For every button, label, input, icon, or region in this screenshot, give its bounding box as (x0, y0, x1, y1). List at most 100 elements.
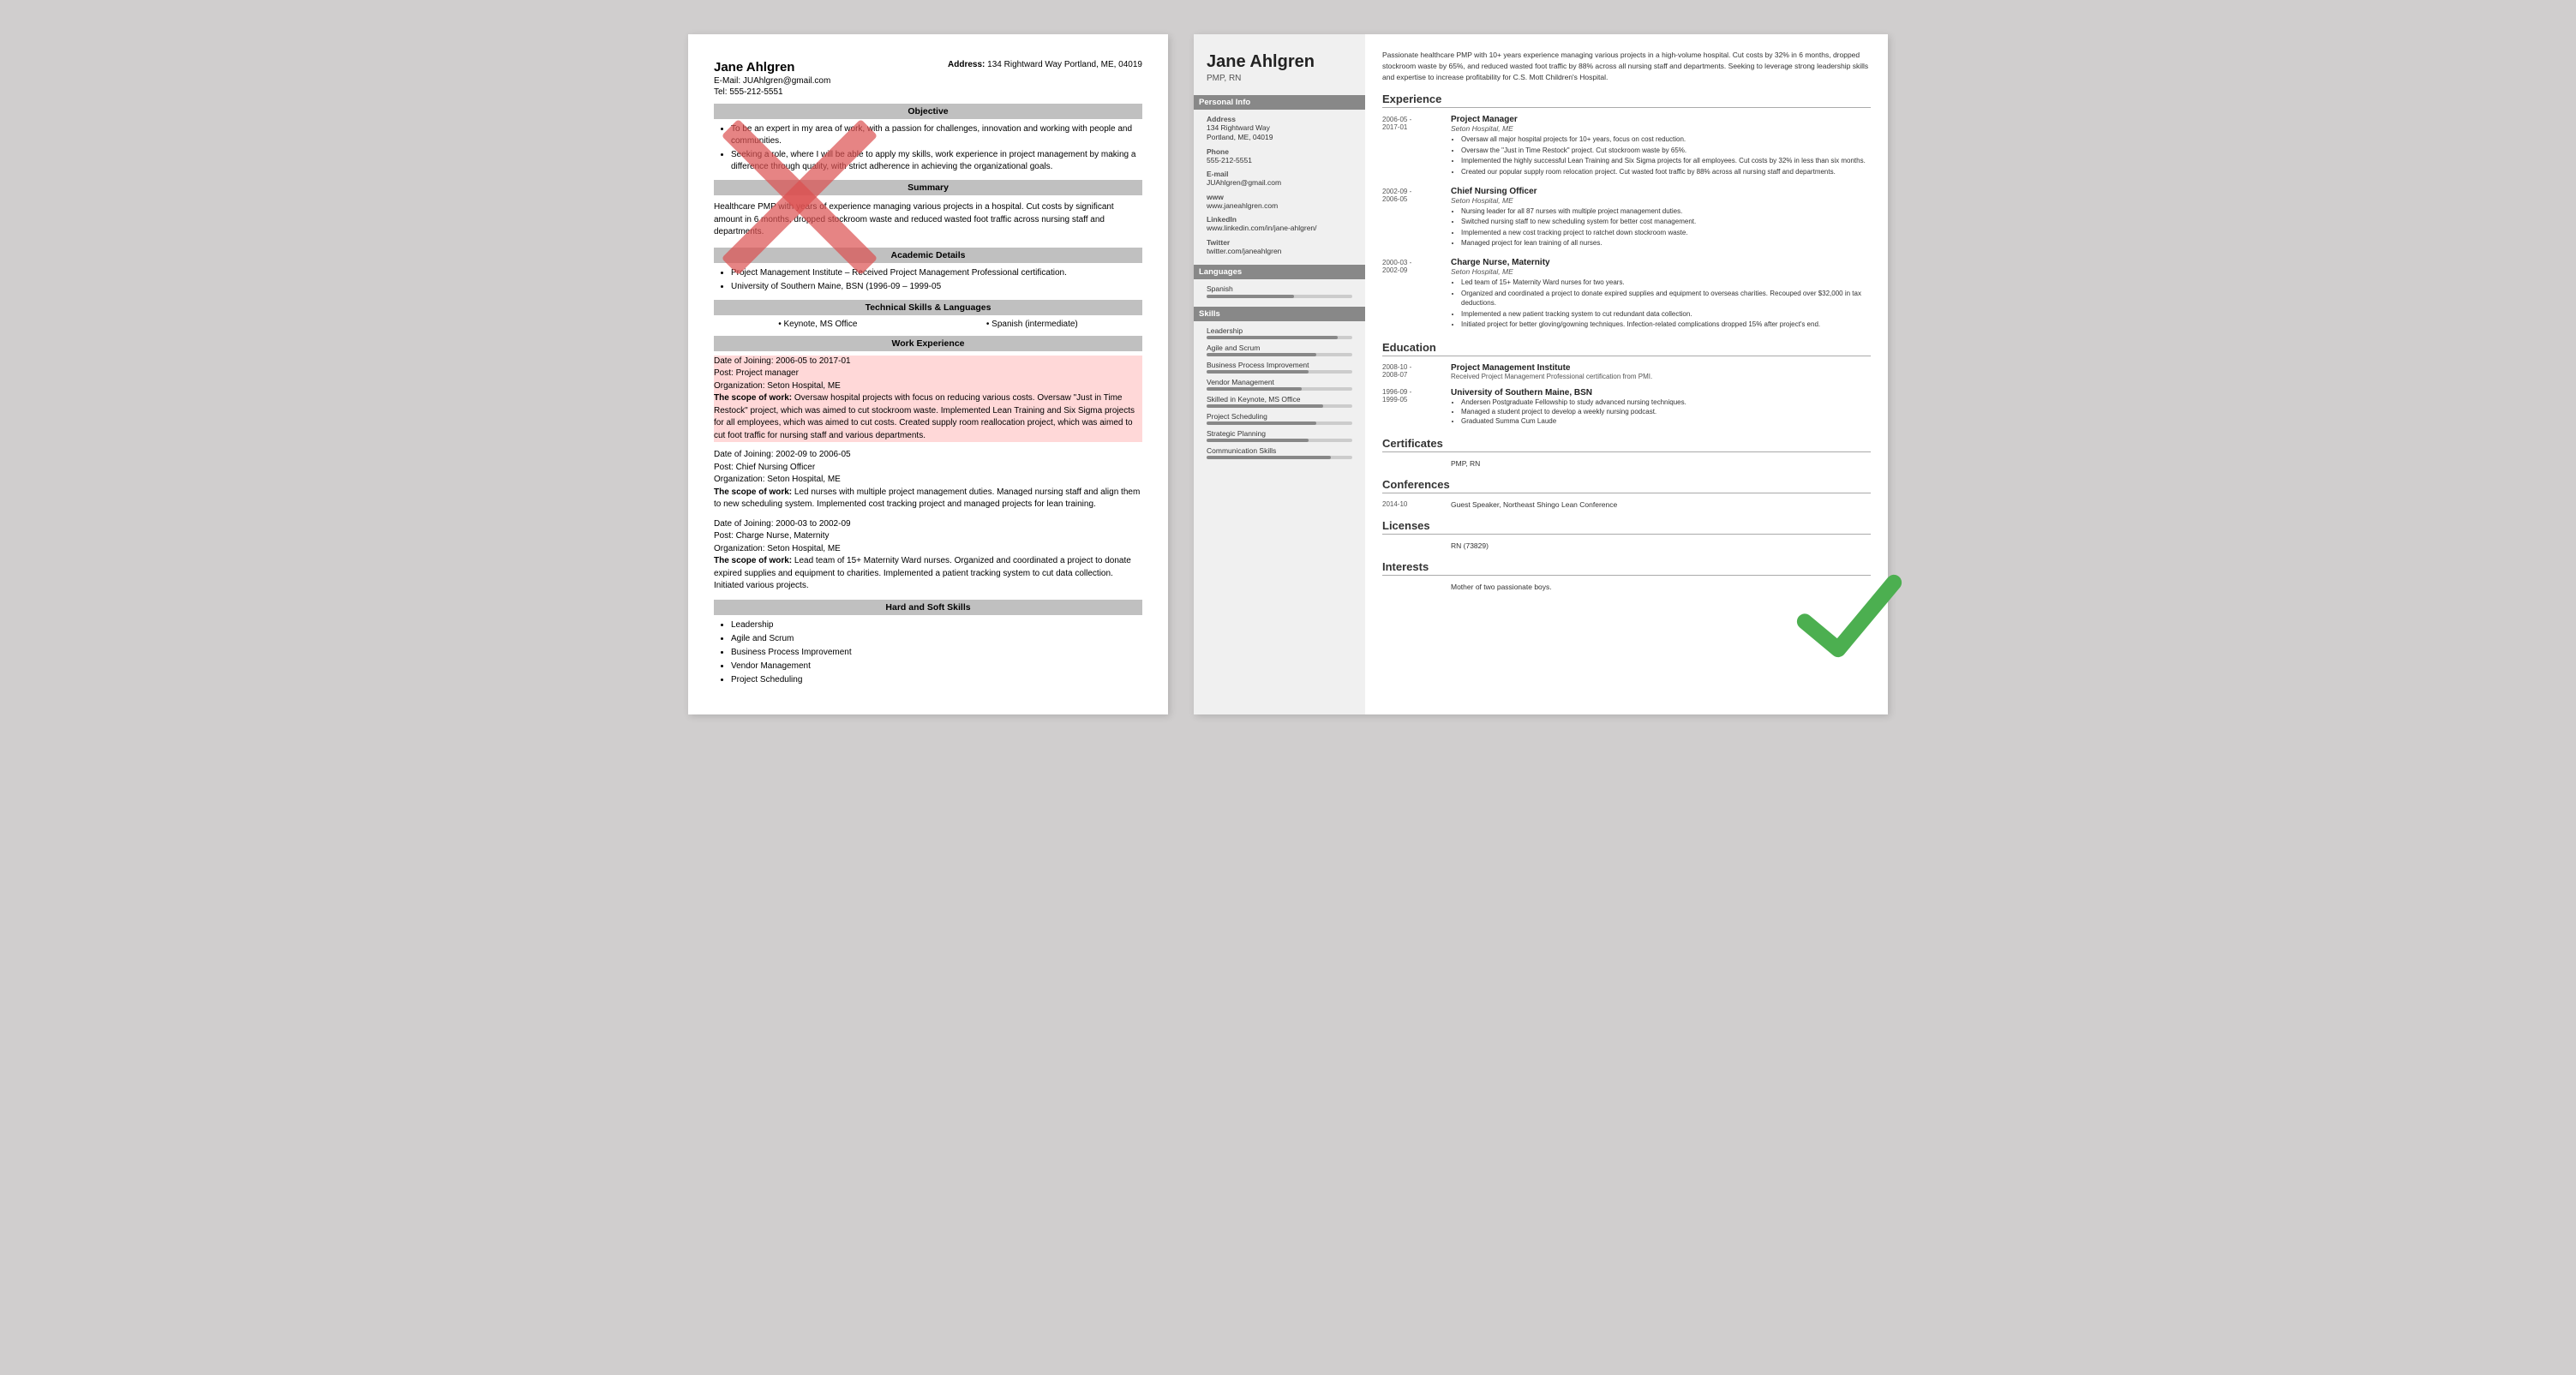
sidebar-skill-name-3: Vendor Management (1207, 378, 1352, 386)
left-email-row: E-Mail: JUAhlgren@gmail.com (714, 76, 830, 86)
sidebar-skill-5: Project Scheduling (1207, 412, 1352, 425)
cert-entry-1: PMP, RN (1382, 459, 1871, 468)
exp-org-3: Seton Hospital, ME (1451, 267, 1871, 276)
exp-date-3: 2000-03 -2002-09 (1382, 258, 1442, 331)
sidebar-skill-fill-6 (1207, 439, 1309, 442)
left-work-org-1: Organization: Seton Hospital, ME (714, 380, 1142, 393)
right-interests-title: Interests (1382, 560, 1871, 576)
right-experience-title: Experience (1382, 93, 1871, 108)
left-work-entry-1: Date of Joining: 2006-05 to 2017-01 Post… (714, 356, 1142, 443)
license-entry-1: RN (73829) (1382, 541, 1871, 550)
license-value-1: RN (73829) (1451, 541, 1871, 550)
sidebar-skill-bar-6 (1207, 439, 1352, 442)
left-work-scope-3: The scope of work: Lead team of 15+ Mate… (714, 555, 1142, 593)
exp-bullet-3-2: Organized and coordinated a project to d… (1461, 289, 1871, 308)
sidebar-skill-fill-4 (1207, 404, 1323, 408)
right-certificates-title: Certificates (1382, 437, 1871, 452)
sidebar-skills-container: Leadership Agile and Scrum Business Proc… (1207, 326, 1352, 459)
exp-bullet-3-4: Initiated project for better gloving/gow… (1461, 320, 1871, 330)
exp-bullets-3: Led team of 15+ Maternity Ward nurses fo… (1451, 278, 1871, 330)
left-academic-title: Academic Details (714, 248, 1142, 263)
exp-title-2: Chief Nursing Officer (1451, 187, 1871, 196)
sidebar-skill-bar-3 (1207, 387, 1352, 391)
edu-bullet-2-1: Andersen Postgraduate Fellowship to stud… (1461, 398, 1871, 407)
sidebar-skills-title: Skills (1194, 307, 1365, 321)
license-date-1 (1382, 541, 1442, 550)
sidebar-language-spanish-fill (1207, 295, 1294, 298)
right-summary: Passionate healthcare PMP with 10+ years… (1382, 50, 1871, 82)
left-objective-item-1: To be an expert in my area of work, with… (731, 123, 1142, 147)
sidebar-skill-3: Vendor Management (1207, 378, 1352, 391)
left-technical-skills: Keynote, MS Office Spanish (intermediate… (714, 320, 1142, 329)
left-academic-list: Project Management Institute – Received … (714, 267, 1142, 293)
sidebar-phone-label: Phone (1207, 147, 1352, 156)
left-work-scope-1: The scope of work: Oversaw hospital proj… (714, 392, 1142, 442)
address-label: Address: (948, 60, 985, 69)
left-hard-soft-3: Business Process Improvement (731, 647, 1142, 659)
edu-bullets-2: Andersen Postgraduate Fellowship to stud… (1451, 398, 1871, 427)
left-name: Jane Ahlgren (714, 60, 830, 75)
exp-org-1: Seton Hospital, ME (1451, 124, 1871, 133)
right-education-title: Education (1382, 341, 1871, 356)
left-objective-title: Objective (714, 104, 1142, 119)
exp-content-3: Charge Nurse, Maternity Seton Hospital, … (1451, 258, 1871, 331)
cert-date-1 (1382, 459, 1442, 468)
exp-entry-2: 2002-09 -2006-05 Chief Nursing Officer S… (1382, 187, 1871, 249)
left-objective-item-2: Seeking a role, where I will be able to … (731, 149, 1142, 173)
left-work-post-3: Post: Charge Nurse, Maternity (714, 530, 1142, 543)
exp-bullet-2-1: Nursing leader for all 87 nurses with mu… (1461, 206, 1871, 217)
left-hard-soft-2: Agile and Scrum (731, 633, 1142, 645)
edu-bullet-2-2: Managed a student project to develop a w… (1461, 407, 1871, 416)
edu-content-2: University of Southern Maine, BSN Anders… (1451, 388, 1871, 427)
sidebar-languages-title: Languages (1194, 265, 1365, 279)
exp-title-3: Charge Nurse, Maternity (1451, 258, 1871, 267)
left-resume: Jane Ahlgren E-Mail: JUAhlgren@gmail.com… (688, 34, 1168, 714)
left-hard-soft-4: Vendor Management (731, 661, 1142, 673)
exp-bullets-2: Nursing leader for all 87 nurses with mu… (1451, 206, 1871, 248)
sidebar-skill-4: Skilled in Keynote, MS Office (1207, 395, 1352, 408)
right-sidebar: Jane Ahlgren PMP, RN Personal Info Addre… (1194, 34, 1365, 714)
sidebar-phone-value: 555-212-5551 (1207, 156, 1352, 165)
sidebar-skill-6: Strategic Planning (1207, 429, 1352, 442)
left-work-entry-2: Date of Joining: 2002-09 to 2006-05 Post… (714, 449, 1142, 511)
sidebar-skill-name-7: Communication Skills (1207, 446, 1352, 455)
sidebar-www-label: www (1207, 193, 1352, 201)
sidebar-skill-1: Agile and Scrum (1207, 344, 1352, 356)
edu-bullet-2-3: Graduated Summa Cum Laude (1461, 416, 1871, 426)
exp-bullet-1-4: Created our popular supply room relocati… (1461, 167, 1871, 177)
exp-bullet-3-1: Led team of 15+ Maternity Ward nurses fo… (1461, 278, 1871, 288)
cert-value-1: PMP, RN (1451, 459, 1871, 468)
interest-entry-1: Mother of two passionate boys. (1382, 583, 1871, 591)
email-value: JUAhlgren@gmail.com (743, 76, 830, 86)
sidebar-skill-fill-0 (1207, 336, 1338, 339)
exp-entry-1: 2006-05 -2017-01 Project Manager Seton H… (1382, 115, 1871, 177)
left-hard-soft-title: Hard and Soft Skills (714, 600, 1142, 615)
left-skill-2: Spanish (intermediate) (986, 320, 1078, 329)
left-skill-1: Keynote, MS Office (778, 320, 857, 329)
left-hard-soft-list: Leadership Agile and Scrum Business Proc… (714, 619, 1142, 686)
left-objective-list: To be an expert in my area of work, with… (714, 123, 1142, 173)
left-work-org-3: Organization: Seton Hospital, ME (714, 543, 1142, 556)
edu-content-1: Project Management Institute Received Pr… (1451, 363, 1871, 381)
exp-bullet-1-1: Oversaw all major hospital projects for … (1461, 135, 1871, 145)
sidebar-skill-name-1: Agile and Scrum (1207, 344, 1352, 352)
exp-bullets-1: Oversaw all major hospital projects for … (1451, 135, 1871, 176)
edu-entry-1: 2008-10 -2008-07 Project Management Inst… (1382, 363, 1871, 381)
right-name: Jane Ahlgren (1207, 51, 1352, 72)
left-name-block: Jane Ahlgren E-Mail: JUAhlgren@gmail.com… (714, 60, 830, 97)
exp-bullet-2-4: Managed project for lean training of all… (1461, 238, 1871, 248)
left-work-post-1: Post: Project manager (714, 368, 1142, 380)
exp-entry-3: 2000-03 -2002-09 Charge Nurse, Maternity… (1382, 258, 1871, 331)
interest-value-1: Mother of two passionate boys. (1451, 583, 1871, 591)
sidebar-skill-name-5: Project Scheduling (1207, 412, 1352, 421)
left-work-date-3: Date of Joining: 2000-03 to 2002-09 (714, 518, 1142, 531)
sidebar-skill-name-2: Business Process Improvement (1207, 361, 1352, 369)
sidebar-skill-name-4: Skilled in Keynote, MS Office (1207, 395, 1352, 404)
edu-date-1: 2008-10 -2008-07 (1382, 363, 1442, 381)
left-hard-soft-5: Project Scheduling (731, 674, 1142, 686)
sidebar-address-value: 134 Rightward WayPortland, ME, 04019 (1207, 123, 1352, 143)
exp-bullet-3-3: Implemented a new patient tracking syste… (1461, 309, 1871, 320)
left-work-org-2: Organization: Seton Hospital, ME (714, 474, 1142, 487)
right-title: PMP, RN (1207, 74, 1352, 83)
conf-date-1: 2014-10 (1382, 500, 1442, 509)
